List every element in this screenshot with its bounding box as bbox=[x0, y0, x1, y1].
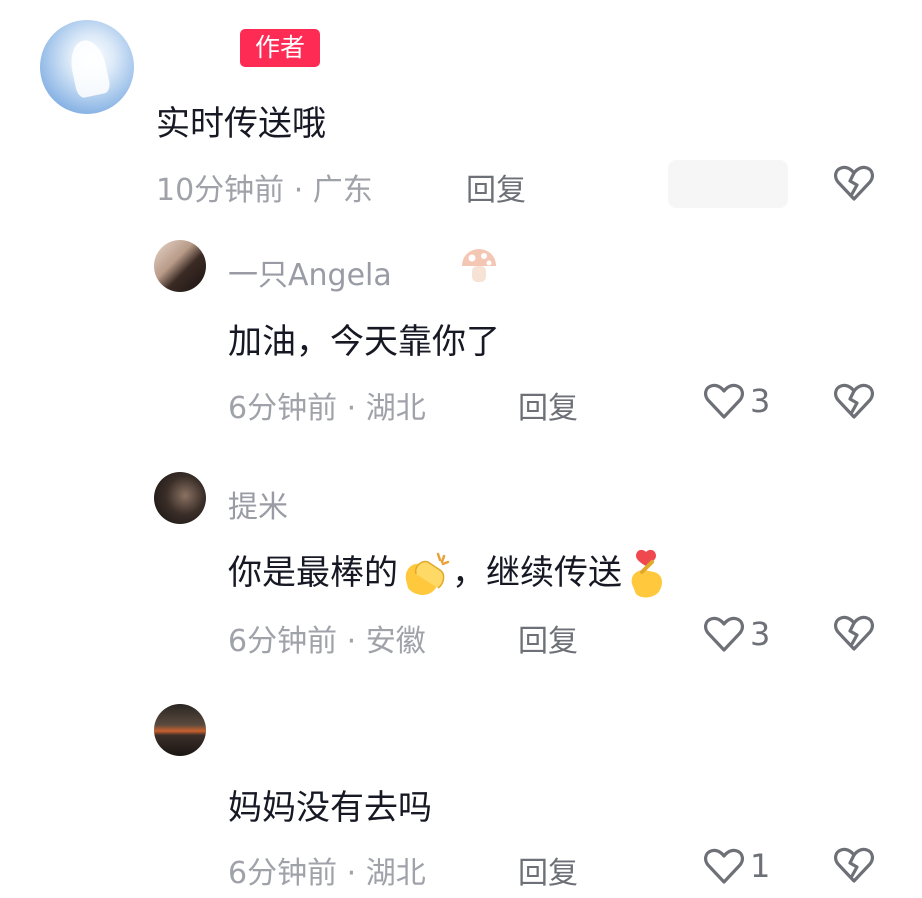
reply-button[interactable]: 回复 bbox=[518, 616, 578, 660]
praying-hands-graphic bbox=[66, 37, 112, 99]
like-count: 3 bbox=[750, 382, 771, 420]
user-avatar[interactable] bbox=[154, 240, 206, 292]
reply-location: 湖北 bbox=[365, 391, 426, 426]
clapping-hands-emoji bbox=[405, 552, 450, 595]
username[interactable]: 提米 bbox=[228, 482, 288, 526]
finger-heart-emoji bbox=[631, 549, 662, 597]
reply-text: 加油，今天靠你了 bbox=[228, 322, 500, 362]
reply-meta: 6分钟前 · 湖北 bbox=[228, 383, 426, 427]
reply-text-part2: ，继续传送 bbox=[452, 553, 622, 593]
comment-meta: 10分钟前 · 广东 bbox=[156, 165, 373, 209]
blurred-region bbox=[668, 160, 788, 208]
reply-text-part1: 你是最棒的 bbox=[228, 553, 398, 593]
heart-outline-icon bbox=[704, 848, 744, 884]
reply-button[interactable]: 回复 bbox=[466, 165, 526, 209]
meta-separator: · bbox=[337, 624, 366, 659]
author-avatar[interactable] bbox=[40, 20, 134, 114]
broken-heart-icon[interactable] bbox=[834, 382, 874, 420]
heart-outline-icon bbox=[704, 383, 744, 419]
meta-separator: · bbox=[284, 173, 313, 208]
reply-time: 6分钟前 bbox=[228, 391, 338, 426]
comment-time: 10分钟前 bbox=[156, 173, 285, 208]
author-badge: 作者 bbox=[240, 29, 320, 67]
broken-heart-icon[interactable] bbox=[834, 614, 874, 652]
reply-meta: 6分钟前 · 安徽 bbox=[228, 616, 426, 660]
user-avatar[interactable] bbox=[154, 704, 206, 756]
broken-heart-icon[interactable] bbox=[834, 846, 874, 884]
mushroom-icon bbox=[462, 249, 496, 282]
comment-text: 实时传送哦 bbox=[156, 104, 326, 144]
reply-text: 妈妈没有去吗 bbox=[228, 788, 432, 828]
like-button[interactable]: 1 bbox=[704, 847, 770, 885]
like-button[interactable]: 3 bbox=[704, 382, 770, 420]
broken-heart-icon[interactable] bbox=[834, 164, 874, 202]
reply-time: 6分钟前 bbox=[228, 856, 338, 891]
heart-outline-icon bbox=[704, 616, 744, 652]
username[interactable]: 一只Angela bbox=[228, 250, 392, 294]
like-count: 3 bbox=[750, 615, 771, 653]
reply-button[interactable]: 回复 bbox=[518, 383, 578, 427]
reply-meta: 6分钟前 · 湖北 bbox=[228, 848, 426, 892]
reply-text: 你是最棒的 ，继续传送 bbox=[228, 545, 670, 602]
meta-separator: · bbox=[337, 856, 366, 891]
user-avatar[interactable] bbox=[154, 472, 206, 524]
reply-location: 湖北 bbox=[365, 856, 426, 891]
reply-location: 安徽 bbox=[365, 624, 426, 659]
comment-location: 广东 bbox=[312, 173, 373, 208]
like-count: 1 bbox=[750, 847, 771, 885]
like-button[interactable]: 3 bbox=[704, 615, 770, 653]
reply-time: 6分钟前 bbox=[228, 624, 338, 659]
meta-separator: · bbox=[337, 391, 366, 426]
reply-button[interactable]: 回复 bbox=[518, 848, 578, 892]
